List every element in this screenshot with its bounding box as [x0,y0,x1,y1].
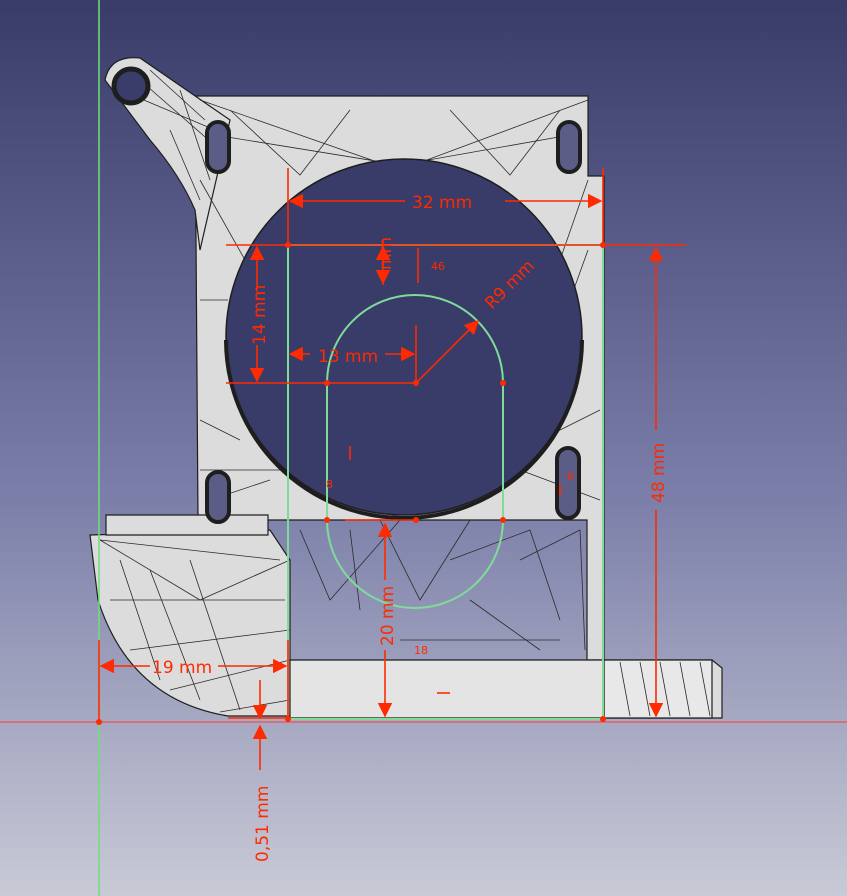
constraint-8: 8 [326,478,333,491]
bore-hole [225,158,583,516]
slot-top-left [205,120,231,174]
dim-small-mm[interactable]: mm [376,237,396,270]
constraint-46: 46 [431,260,445,273]
dim-13mm[interactable]: 13 mm [318,347,378,367]
constraint-6: 6 [567,470,574,483]
slot-bottom-left [205,470,231,524]
constraint-18: 18 [414,644,428,657]
slot-bottom-right [555,446,581,520]
arm-hole [111,66,151,106]
dim-32mm[interactable]: 32 mm [412,193,472,213]
3d-viewport[interactable]: 32 mm 14 mm 13 mm R9 mm mm 48 mm 19 mm 2… [0,0,847,896]
dim-19mm[interactable]: 19 mm [152,658,212,678]
dim-051mm[interactable]: 0,51 mm [253,786,273,862]
dim-14mm[interactable]: 14 mm [250,285,270,345]
dim-48mm[interactable]: 48 mm [649,443,669,503]
slot-top-right [556,120,582,174]
dim-20mm[interactable]: 20 mm [378,586,398,646]
